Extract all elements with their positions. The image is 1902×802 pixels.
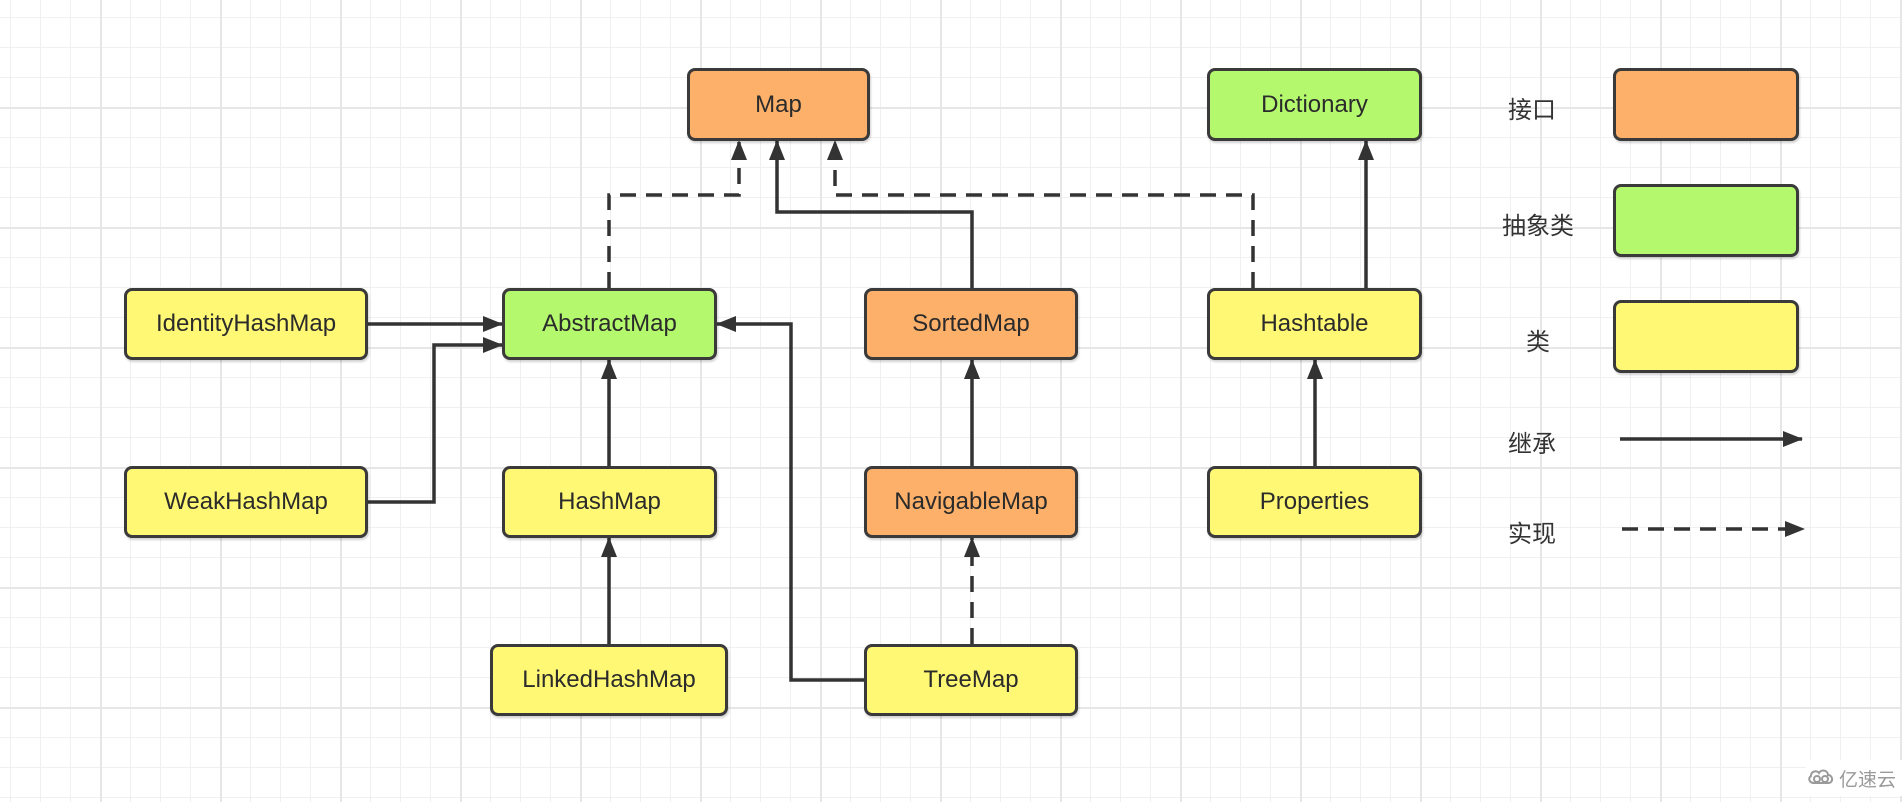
watermark: 亿速云: [1806, 760, 1902, 796]
node-navigable-map: NavigableMap: [864, 466, 1078, 538]
cloud-icon: [1806, 766, 1836, 791]
edge-extends-weak-hash-map-to-abstract-map: [368, 337, 503, 504]
node-hash-map: HashMap: [502, 466, 717, 538]
node-tree-map: TreeMap: [864, 644, 1078, 716]
edge-implements-hashtable-to-map: [827, 140, 1255, 288]
legend-interface-label: 接口: [1508, 96, 1556, 124]
node-label: TreeMap: [923, 666, 1019, 693]
node-label: NavigableMap: [894, 488, 1048, 515]
node-label: Map: [755, 90, 802, 118]
node-label: Properties: [1259, 488, 1370, 515]
node-sorted-map: SortedMap: [864, 288, 1078, 360]
node-label: LinkedHashMap: [522, 666, 696, 693]
node-label: Hashtable: [1260, 310, 1369, 337]
edge-extends-sorted-map-to-map: [769, 140, 974, 288]
legend-abstract-class-swatch: [1613, 184, 1799, 257]
legend-extends-label: 继承: [1508, 430, 1556, 458]
node-label: HashMap: [558, 488, 661, 515]
edge-extends-tree-map-to-abstract-map: [716, 316, 864, 682]
legend-implements-label: 实现: [1508, 520, 1556, 548]
legend-abstract-class-label: 抽象类: [1502, 212, 1574, 240]
node-properties: Properties: [1207, 466, 1422, 538]
node-label: Dictionary: [1261, 90, 1368, 118]
edge-implements-abstract-map-to-map: [607, 140, 747, 288]
legend-class-label: 类: [1526, 328, 1550, 356]
node-label: SortedMap: [912, 310, 1030, 337]
node-hashtable: Hashtable: [1207, 288, 1422, 360]
node-weak-hash-map: WeakHashMap: [124, 466, 368, 538]
legend-interface-swatch: [1613, 68, 1799, 141]
watermark-text: 亿速云: [1839, 768, 1897, 791]
node-label: WeakHashMap: [164, 488, 328, 515]
node-linked-hash-map: LinkedHashMap: [490, 644, 728, 716]
node-identity-hash-map: IdentityHashMap: [124, 288, 368, 360]
node-label: IdentityHashMap: [155, 310, 337, 337]
node-label: AbstractMap: [542, 310, 677, 337]
node-dictionary: Dictionary: [1207, 68, 1422, 141]
legend-class-swatch: [1613, 300, 1799, 373]
node-abstract-map: AbstractMap: [502, 288, 717, 360]
node-map: Map: [687, 68, 870, 141]
